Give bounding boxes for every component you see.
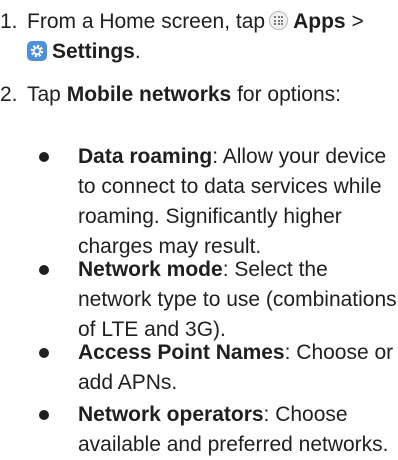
option-title: Network mode [78, 258, 223, 281]
step-text: Tap Mobile networks for options: [27, 83, 341, 106]
settings-gear-icon [27, 41, 47, 61]
option-text: Data roaming: Allow your device to conne… [78, 142, 398, 262]
option-text: Network operators: Choose available and … [78, 400, 398, 460]
bullet-icon [39, 152, 49, 162]
step-number: 2. [0, 83, 18, 106]
bullet-icon [39, 410, 49, 420]
option-text: Network mode: Select the network type to… [78, 255, 398, 345]
bullet-icon [39, 348, 49, 358]
option-text: Access Point Names: Choose or add APNs. [78, 338, 398, 398]
settings-label: Settings [52, 40, 135, 63]
step-text: From a Home screen, tap Apps > Settings. [27, 10, 364, 63]
mobile-networks-label: Mobile networks [66, 83, 232, 106]
option-title: Network operators [78, 403, 264, 426]
apps-label: Apps [293, 10, 346, 33]
option-title: Data roaming [78, 145, 213, 168]
step-number: 1. [0, 10, 18, 33]
apps-grid-icon [269, 11, 289, 30]
bullet-icon [39, 265, 49, 275]
path-separator: > [351, 10, 364, 33]
option-title: Access Point Names [78, 341, 285, 364]
document-page: 1. From a Home screen, tap Apps > Settings… [0, 0, 398, 456]
step-text-before: From a Home screen, tap [27, 10, 266, 33]
